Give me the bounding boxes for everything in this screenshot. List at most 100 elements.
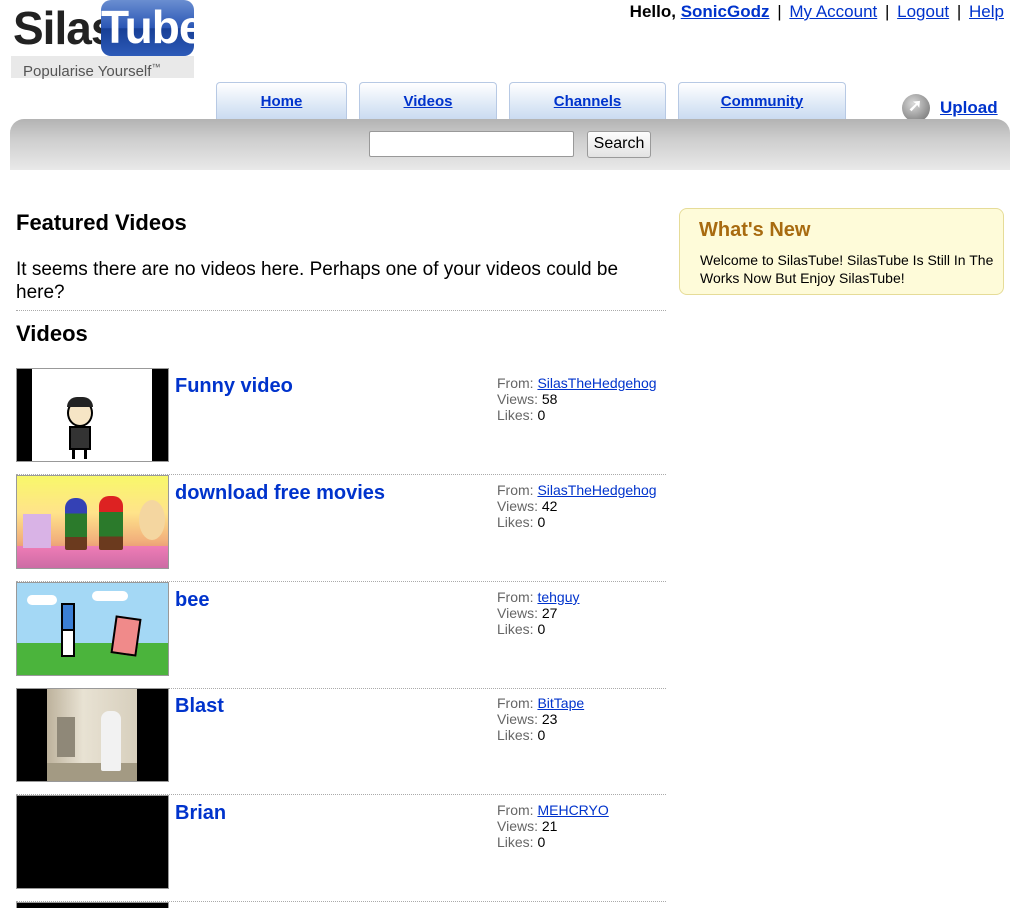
likes-label: Likes: [497,514,534,530]
thumb-figure-leg [72,449,75,459]
video-title-link[interactable]: Blast [175,695,224,718]
likes-value: 0 [537,834,546,850]
likes-label: Likes: [497,727,534,743]
likes-label: Likes: [497,407,534,423]
whats-new-text: Welcome to SilasTube! SilasTube Is Still… [700,252,994,286]
video-from: From: tehguy [497,589,580,605]
video-row: Brian From: MEHCRYO Views: 21 Likes: 0 [16,795,666,902]
help-link[interactable]: Help [969,2,1004,21]
video-thumbnail[interactable] [16,475,169,569]
search-input[interactable] [369,131,574,157]
logo-tagline: Popularise Yourself™ [11,56,194,80]
from-label: From: [497,482,534,498]
nav-separator: | [777,2,782,21]
tab-videos[interactable]: Videos [359,82,497,120]
thumb-door [57,717,75,757]
video-from: From: SilasTheHedgehog [497,375,657,391]
logo-word-tube: Tube [101,0,204,56]
video-meta: From: SilasTheHedgehog Views: 58 Likes: … [497,375,657,423]
views-label: Views: [497,605,538,621]
upload-icon[interactable] [902,94,930,122]
tab-home[interactable]: Home [216,82,347,120]
video-meta: From: tehguy Views: 27 Likes: 0 [497,589,580,637]
video-from: From: BitTape [497,695,584,711]
thumb-pen-cap [61,629,75,657]
videos-section-title: Videos [16,321,88,346]
upload-link[interactable]: Upload [940,98,998,118]
upload-control[interactable]: Upload [902,94,998,122]
logout-link[interactable]: Logout [897,2,949,21]
views-label: Views: [497,711,538,727]
video-title-link[interactable]: bee [175,589,209,612]
thumb-cloud [27,595,57,605]
thumb-figure-leg [84,449,87,459]
tab-community-link[interactable]: Community [721,93,804,110]
nav-separator: | [884,2,890,21]
from-label: From: [497,802,534,818]
featured-empty-message: It seems there are no videos here. Perha… [16,259,619,303]
video-likes: Likes: 0 [497,621,580,637]
tab-home-link[interactable]: Home [261,93,303,110]
thumb-person [101,711,121,771]
video-from: From: SilasTheHedgehog [497,482,657,498]
tab-channels[interactable]: Channels [509,82,666,120]
likes-value: 0 [537,621,546,637]
likes-label: Likes: [497,621,534,637]
video-author-link[interactable]: BitTape [537,695,584,711]
thumb-grass [17,643,168,675]
search-button[interactable]: Search [587,131,651,158]
site-logo[interactable]: Silas Tube Popularise Yourself™ [11,0,204,80]
search-bar: Search [10,119,1010,170]
video-thumbnail[interactable] [16,688,169,782]
video-row: Blast From: BitTape Views: 23 Likes: 0 [16,688,666,795]
video-likes: Likes: 0 [497,727,584,743]
logo-tagline-text: Popularise Yourself [23,63,152,80]
video-thumbnail[interactable] [16,582,169,676]
tab-videos-link[interactable]: Videos [404,93,453,110]
whats-new-title: What's New [699,219,811,241]
views-value: 21 [541,818,558,834]
from-label: From: [497,589,534,605]
likes-value: 0 [537,514,546,530]
thumb-floor [47,763,137,781]
video-thumbnail[interactable] [16,795,169,889]
tab-channels-link[interactable]: Channels [554,93,622,110]
video-title-link[interactable]: Funny video [175,375,293,398]
video-views: Views: 23 [497,711,584,727]
thumb-figure-body [69,426,91,450]
video-thumbnail-partial[interactable] [16,902,169,908]
user-nav: Hello, SonicGodz | My Account | Logout |… [630,2,1004,22]
whats-new-box: What's New Welcome to SilasTube! SilasTu… [679,208,1004,295]
thumb-eraser [110,615,142,657]
video-likes: Likes: 0 [497,407,657,423]
video-author-link[interactable]: MEHCRYO [537,802,608,818]
video-from: From: MEHCRYO [497,802,609,818]
video-row: download free movies From: SilasTheHedge… [16,475,666,582]
video-meta: From: BitTape Views: 23 Likes: 0 [497,695,584,743]
section-divider [16,310,666,311]
video-thumbnail[interactable] [16,368,169,462]
video-title-link[interactable]: download free movies [175,482,385,505]
video-views: Views: 27 [497,605,580,621]
views-value: 23 [541,711,558,727]
views-value: 27 [541,605,558,621]
thumb-tree [139,500,165,540]
thumb-castle [23,514,51,548]
likes-value: 0 [537,727,546,743]
thumb-cloud [92,591,128,601]
tab-community[interactable]: Community [678,82,846,120]
my-account-link[interactable]: My Account [789,2,877,21]
thumb-ground [17,546,168,568]
views-label: Views: [497,818,538,834]
thumb-figure-hair [67,397,93,407]
likes-label: Likes: [497,834,534,850]
video-title-link[interactable]: Brian [175,802,226,825]
video-author-link[interactable]: SilasTheHedgehog [537,375,656,391]
nav-separator: | [956,2,962,21]
username-link[interactable]: SonicGodz [681,2,770,21]
video-author-link[interactable]: tehguy [537,589,579,605]
video-likes: Likes: 0 [497,514,657,530]
video-author-link[interactable]: SilasTheHedgehog [537,482,656,498]
video-views: Views: 21 [497,818,609,834]
video-views: Views: 58 [497,391,657,407]
